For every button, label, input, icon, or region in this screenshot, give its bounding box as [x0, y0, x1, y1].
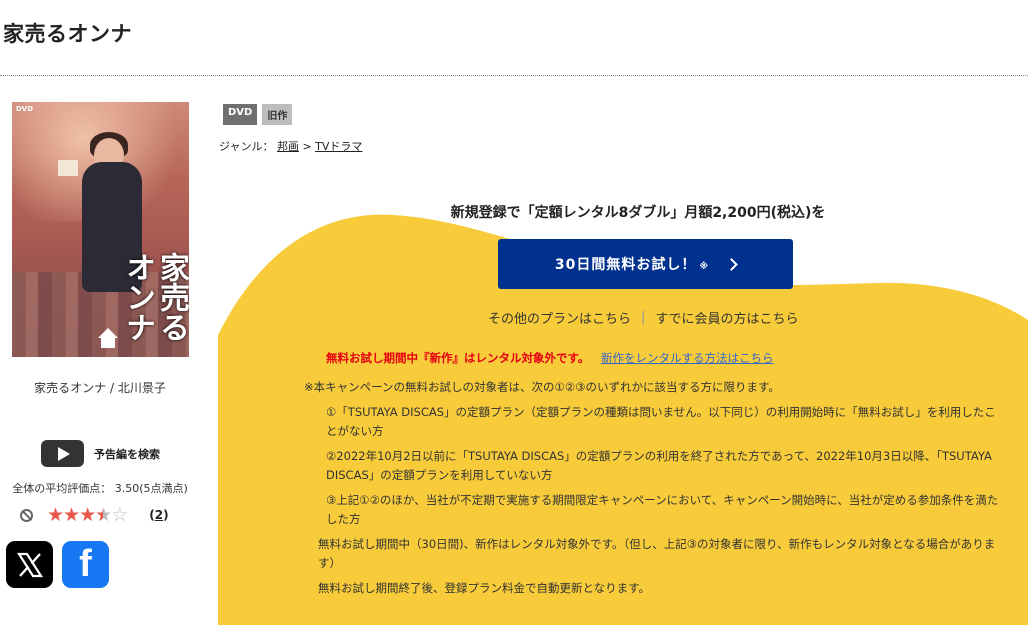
free-trial-button[interactable]: 30日間無料お試し！ ※: [498, 239, 793, 289]
average-rating-text: 全体の平均評価点： 3.50(5点満点): [12, 482, 188, 495]
other-plans-link[interactable]: その他のプランはこちら: [488, 308, 631, 327]
campaign-panel: 新規登録で「定額レンタル8ダブル」月額2,200円(税込)を 30日間無料お試し…: [218, 195, 1028, 625]
x-logo-icon: [16, 552, 43, 577]
terms-note-new-release: 無料お試し期間中（30日間)、新作はレンタル対象外です。（但し、上記③の対象者に…: [318, 537, 996, 570]
trailer-search-button[interactable]: 予告編を検索: [41, 440, 160, 467]
prohibited-icon[interactable]: [20, 508, 33, 522]
review-count-link[interactable]: 2: [155, 508, 163, 522]
play-icon[interactable]: [41, 440, 84, 467]
review-count: (2): [149, 508, 169, 522]
new-release-warning: 無料お試し期間中『新作』はレンタル対象外です。 新作をレンタルする方法はこちら: [326, 350, 774, 366]
title-divider: [0, 75, 1028, 76]
star-icon: ★: [47, 504, 64, 526]
x-share-button[interactable]: [6, 541, 53, 588]
genre-link-tv-drama[interactable]: TVドラマ: [315, 140, 362, 153]
plan-links: その他のプランはこちら | すでに会員の方はこちら: [488, 308, 799, 327]
house-logo-icon: [98, 328, 118, 338]
cover-dvd-mark: DVD: [16, 105, 34, 113]
free-trial-label[interactable]: 30日間無料お試し！: [555, 254, 696, 274]
badge-dvd: DVD: [223, 104, 258, 125]
terms-intro: ※本キャンペーンの無料お試しの対象者は、次の①②③のいずれかに該当する方に限りま…: [304, 380, 780, 394]
free-trial-note: ※: [699, 262, 710, 272]
terms-note-renewal: 無料お試し期間終了後、登録プラン料金で自動更新となります。: [318, 581, 651, 595]
cover-caption: 家売るオンナ / 北川景子: [34, 381, 166, 395]
star-icon: ★: [63, 504, 80, 526]
page-title: 家売るオンナ: [3, 22, 132, 46]
chevron-right-icon: [725, 257, 738, 271]
link-separator: |: [641, 310, 646, 325]
facebook-logo-icon: f: [79, 543, 92, 585]
social-share: f: [6, 541, 109, 588]
format-badges: DVD 旧作: [223, 104, 297, 125]
cover-image[interactable]: DVD 家売るオンナ: [12, 102, 189, 357]
warning-text: 無料お試し期間中『新作』はレンタル対象外です。: [326, 351, 590, 365]
campaign-terms: ※本キャンペーンの無料お試しの対象者は、次の①②③のいずれかに該当する方に限りま…: [304, 378, 1004, 598]
campaign-headline: 新規登録で「定額レンタル8ダブル」月額2,200円(税込)を: [450, 205, 826, 221]
facebook-share-button[interactable]: f: [62, 541, 109, 588]
cover-title: 家売るオンナ: [120, 252, 189, 342]
badge-old-release: 旧作: [262, 104, 293, 125]
genre-label: ジャンル：: [219, 140, 274, 153]
rating-row: ★★★★☆ (2): [20, 505, 169, 525]
terms-item-1: ①「TSUTAYA DISCAS」の定額プラン（定額プランの種類は問いません。以…: [326, 405, 996, 438]
member-login-link[interactable]: すでに会員の方はこちら: [655, 308, 798, 327]
star-rating: ★★★★☆: [47, 504, 128, 526]
genre-link-hougaku[interactable]: 邦画: [277, 140, 299, 153]
terms-item-3: ③上記①②のほか、当社が不定期で実施する期間限定キャンペーンにおいて、キャンペー…: [326, 493, 999, 526]
new-release-rental-link[interactable]: 新作をレンタルする方法はこちら: [601, 351, 774, 365]
trailer-label[interactable]: 予告編を検索: [94, 446, 160, 462]
star-icon: ★: [79, 504, 96, 526]
empty-star-icon: ☆: [111, 504, 128, 526]
genre-breadcrumb: ジャンル： 邦画 > TVドラマ: [219, 138, 362, 154]
half-star-icon: ★: [95, 504, 112, 526]
breadcrumb-separator: >: [302, 140, 312, 153]
terms-item-2: ②2022年10月2日以前に「TSUTAYA DISCAS」の定額プランの利用を…: [326, 449, 992, 482]
toy-house-icon: [58, 160, 78, 176]
